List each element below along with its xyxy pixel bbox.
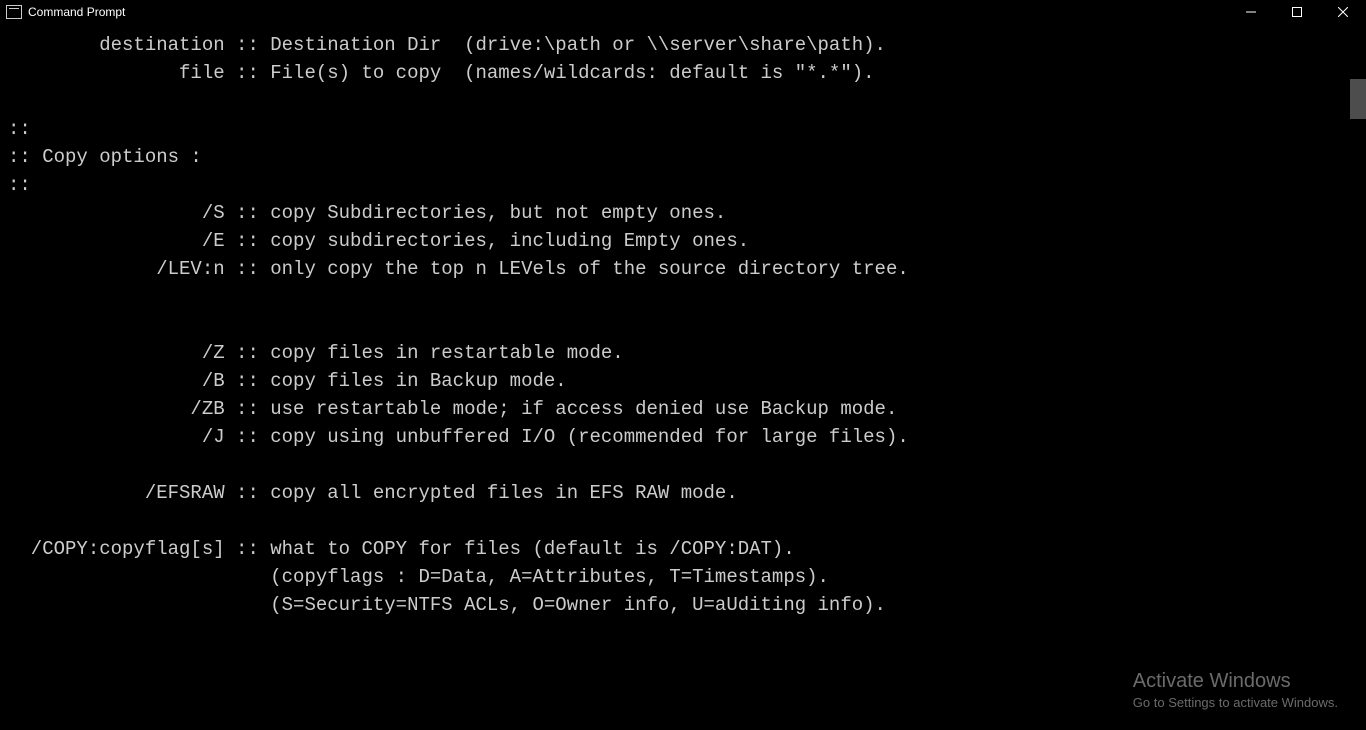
terminal-line: :: bbox=[8, 172, 1358, 200]
terminal-line: /B :: copy files in Backup mode. bbox=[8, 368, 1358, 396]
terminal-line: /J :: copy using unbuffered I/O (recomme… bbox=[8, 424, 1358, 452]
windows-activation-watermark: Activate Windows Go to Settings to activ… bbox=[1133, 670, 1338, 710]
watermark-title: Activate Windows bbox=[1133, 670, 1338, 693]
terminal-line bbox=[8, 620, 1358, 648]
scrollbar-thumb[interactable] bbox=[1350, 79, 1366, 119]
terminal-line: :: bbox=[8, 116, 1358, 144]
terminal-line: (S=Security=NTFS ACLs, O=Owner info, U=a… bbox=[8, 592, 1358, 620]
terminal-line bbox=[8, 284, 1358, 312]
terminal-line bbox=[8, 508, 1358, 536]
terminal-line bbox=[8, 452, 1358, 480]
terminal-line: /LEV:n :: only copy the top n LEVels of … bbox=[8, 256, 1358, 284]
terminal-line: :: Copy options : bbox=[8, 144, 1358, 172]
terminal-line: /ZB :: use restartable mode; if access d… bbox=[8, 396, 1358, 424]
terminal-line: /EFSRAW :: copy all encrypted files in E… bbox=[8, 480, 1358, 508]
titlebar-left: Command Prompt bbox=[6, 5, 125, 19]
terminal-line: /Z :: copy files in restartable mode. bbox=[8, 340, 1358, 368]
terminal-line: /E :: copy subdirectories, including Emp… bbox=[8, 228, 1358, 256]
terminal-line: destination :: Destination Dir (drive:\p… bbox=[8, 32, 1358, 60]
close-button[interactable] bbox=[1320, 0, 1366, 24]
terminal-line bbox=[8, 312, 1358, 340]
watermark-subtitle: Go to Settings to activate Windows. bbox=[1133, 695, 1338, 710]
command-prompt-icon bbox=[6, 5, 22, 19]
terminal-line bbox=[8, 88, 1358, 116]
window-controls bbox=[1228, 0, 1366, 24]
maximize-button[interactable] bbox=[1274, 0, 1320, 24]
titlebar: Command Prompt bbox=[0, 0, 1366, 24]
terminal-line: file :: File(s) to copy (names/wildcards… bbox=[8, 60, 1358, 88]
terminal-output[interactable]: destination :: Destination Dir (drive:\p… bbox=[0, 24, 1366, 656]
terminal-line: /S :: copy Subdirectories, but not empty… bbox=[8, 200, 1358, 228]
window-title: Command Prompt bbox=[28, 5, 125, 19]
terminal-line: (copyflags : D=Data, A=Attributes, T=Tim… bbox=[8, 564, 1358, 592]
minimize-button[interactable] bbox=[1228, 0, 1274, 24]
scrollbar-track[interactable] bbox=[1350, 24, 1366, 730]
terminal-line: /COPY:copyflag[s] :: what to COPY for fi… bbox=[8, 536, 1358, 564]
